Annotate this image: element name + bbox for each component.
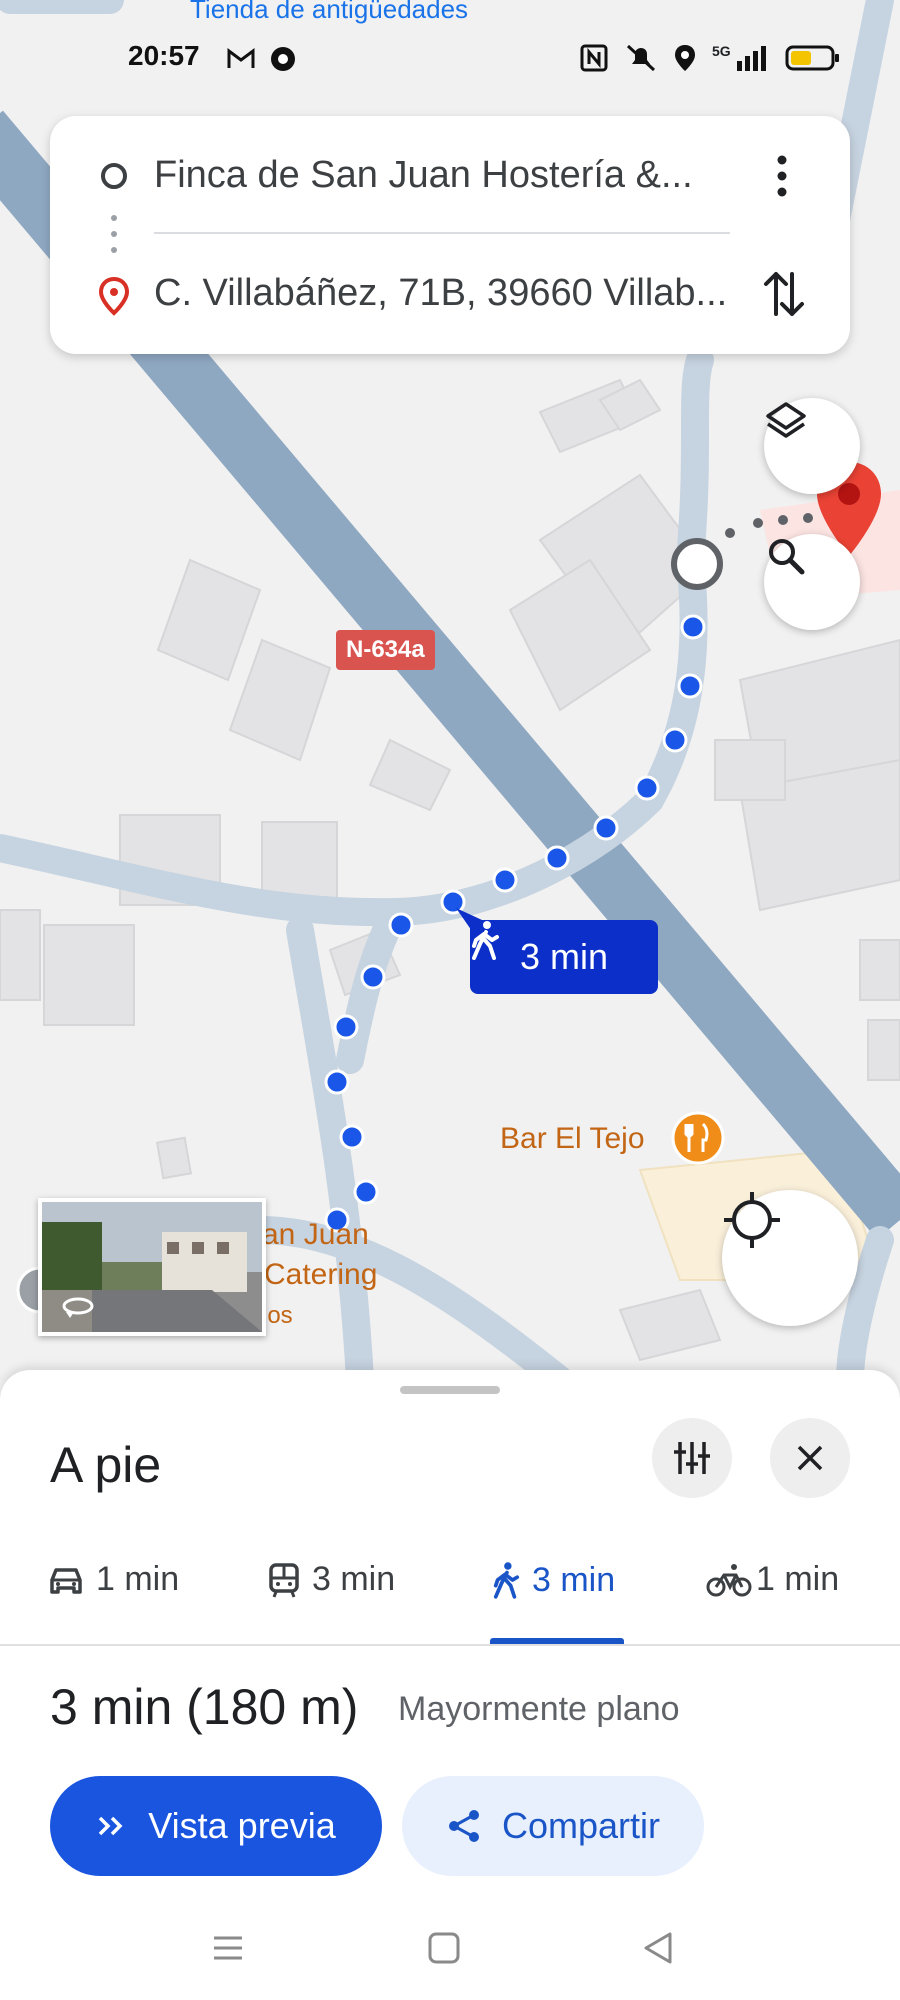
tab-transit-label: 3 min	[312, 1560, 396, 1598]
poi-label-partial-1[interactable]: an Juan	[262, 1218, 369, 1252]
destination-pin-icon	[98, 276, 130, 316]
status-right-icons: 5G	[580, 43, 841, 72]
tab-cycling-label: 1 min	[756, 1560, 840, 1598]
origin-circle-icon	[101, 163, 127, 189]
transit-icon	[269, 1562, 299, 1598]
tab-cycling[interactable]: 1 min	[706, 1560, 839, 1599]
map-layers-button[interactable]	[764, 398, 860, 494]
share-button[interactable]: Compartir	[402, 1776, 704, 1876]
route-terrain: Mayormente plano	[398, 1690, 680, 1728]
destination-field[interactable]: C. Villabáñez, 71B, 39660 Villab...	[154, 272, 727, 315]
system-nav-bar	[0, 1900, 900, 2000]
poi-label-partial-2[interactable]: Catering	[264, 1258, 377, 1292]
tab-walking-label: 3 min	[532, 1560, 616, 1599]
nfc-icon	[580, 44, 608, 72]
poi-label-partial-3[interactable]: los	[262, 1302, 293, 1330]
share-icon	[448, 1810, 479, 1842]
directions-card: Finca de San Juan Hostería &... C. Villa…	[50, 116, 850, 354]
tune-icon	[674, 1442, 710, 1474]
mute-icon	[626, 44, 656, 72]
status-left-icons	[226, 46, 296, 72]
preview-button[interactable]: Vista previa	[50, 1776, 382, 1876]
crosshair-icon	[724, 1192, 780, 1248]
road-shield: N-634a	[336, 630, 435, 670]
tabs-divider	[0, 1644, 900, 1646]
card-divider	[154, 232, 730, 234]
close-button[interactable]	[770, 1418, 850, 1498]
chrome-icon	[271, 47, 295, 71]
sheet-drag-handle[interactable]	[400, 1386, 500, 1394]
route-duration-label: 3 min	[519, 936, 609, 977]
signal-icon	[736, 46, 766, 71]
status-time: 20:57	[128, 40, 200, 71]
tab-transit[interactable]: 3 min	[268, 1560, 395, 1599]
double-chevron-icon	[99, 1816, 123, 1836]
battery-icon	[785, 45, 839, 71]
share-button-label: Compartir	[501, 1805, 661, 1846]
search-along-route-button[interactable]	[764, 534, 860, 630]
walk-icon	[493, 1562, 520, 1599]
home-icon[interactable]	[426, 1930, 462, 1966]
poi-label-antiques[interactable]: Tienda de antigüedades	[190, 0, 468, 25]
car-icon	[50, 1567, 82, 1594]
route-duration-badge[interactable]: 3 min	[470, 920, 658, 994]
origin-field[interactable]: Finca de San Juan Hostería &...	[154, 154, 693, 197]
poi-label-bar[interactable]: Bar El Tejo	[500, 1122, 645, 1156]
back-icon[interactable]	[640, 1930, 676, 1966]
gmail-icon	[227, 48, 255, 68]
tab-driving-label: 1 min	[96, 1560, 180, 1598]
location-icon	[675, 45, 695, 71]
route-dots-icon	[111, 215, 117, 253]
route-options-button[interactable]	[652, 1418, 732, 1498]
menu-icon[interactable]	[210, 1930, 246, 1966]
more-vert-icon[interactable]	[770, 154, 794, 198]
badge-pointer	[456, 908, 482, 934]
tab-walking[interactable]: 3 min	[492, 1560, 615, 1600]
tab-driving[interactable]: 1 min	[48, 1560, 179, 1599]
rotate-360-icon	[62, 1297, 94, 1318]
sheet-title: A pie	[50, 1437, 162, 1493]
search-icon	[769, 539, 805, 575]
my-location-button[interactable]	[722, 1190, 858, 1326]
close-icon	[797, 1445, 823, 1471]
layers-icon	[766, 402, 806, 438]
restaurant-icon[interactable]	[682, 1120, 714, 1156]
bike-icon	[706, 1563, 752, 1596]
network-type: 5G	[712, 43, 731, 59]
street-view-thumbnail[interactable]	[38, 1198, 266, 1336]
preview-button-label: Vista previa	[148, 1805, 336, 1846]
swap-icon[interactable]	[762, 268, 806, 320]
route-summary: 3 min (180 m)	[50, 1679, 359, 1735]
